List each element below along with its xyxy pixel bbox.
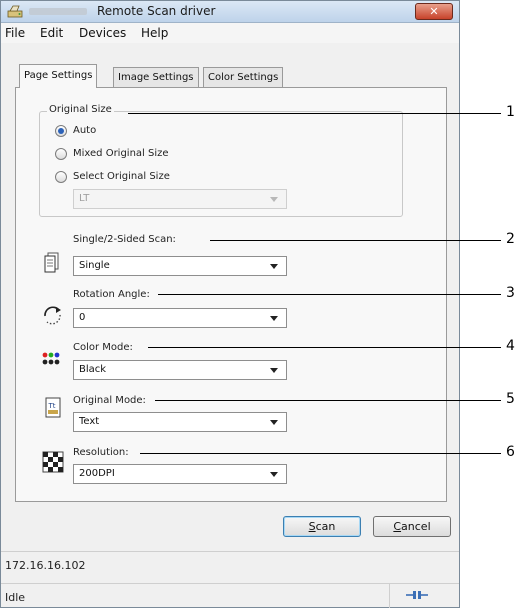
status-separator-top [1,551,459,552]
single-2-sided-value: Single [79,260,110,271]
close-button[interactable]: ✕ [415,3,453,20]
callout-3: 3 [506,285,515,301]
radio-select-label: Select Original Size [73,171,170,182]
text-document-icon: Tt [45,397,61,418]
callout-line-6 [140,453,501,454]
status-separator [1,583,459,584]
callout-line-2 [210,240,501,241]
original-size-value: LT [79,193,90,204]
window-title: Remote Scan driver [97,4,216,18]
tab-color-settings[interactable]: Color Settings [203,67,284,88]
title-bar: Remote Scan driver ✕ [1,1,459,23]
cancel-button[interactable]: Cancel [373,516,451,537]
chevron-down-icon [270,264,278,269]
resolution-select[interactable]: 200DPI [73,464,287,484]
radio-auto-label: Auto [73,125,97,136]
scan-label-rest: can [315,520,336,533]
chevron-down-icon [270,368,278,373]
rotation-arrow-icon [44,306,61,325]
original-mode-select[interactable]: Text [73,412,287,432]
original-mode-value: Text [79,416,100,427]
cancel-accelerator: C [393,520,402,533]
color-mode-value: Black [79,364,107,375]
single-2-sided-label: Single/2-Sided Scan: [73,234,176,245]
callout-2: 2 [506,231,515,247]
menu-file[interactable]: File [5,26,25,40]
chevron-down-icon [270,420,278,425]
scan-button[interactable]: Scan [283,516,361,537]
callout-line-5 [155,400,501,401]
callout-6: 6 [506,444,515,460]
cancel-label-rest: ancel [401,520,431,533]
original-size-select: LT [73,189,287,209]
status-state: Idle [5,591,26,604]
title-blurred-text [29,8,87,15]
color-dots-icon [42,352,60,365]
menu-bar: File Edit Devices Help [1,23,459,43]
svg-text:Tt: Tt [48,402,56,410]
callout-5: 5 [506,391,515,407]
duplex-document-icon [44,252,59,273]
original-size-legend: Original Size [47,104,114,115]
color-mode-label: Color Mode: [73,342,133,353]
radio-mixed-original-size[interactable] [55,148,67,160]
chevron-down-icon [270,197,278,202]
callout-line-3 [158,294,501,295]
menu-help[interactable]: Help [141,26,168,40]
resolution-label: Resolution: [73,447,129,458]
connection-plug-icon [406,591,428,599]
callout-line-1 [128,113,501,114]
callout-1: 1 [506,104,515,120]
scan-accelerator: S [308,520,316,533]
radio-auto[interactable] [55,125,67,137]
color-mode-select[interactable]: Black [73,360,287,380]
scanner-app-icon [7,5,23,18]
resolution-value: 200DPI [79,468,115,479]
rotation-angle-select[interactable]: 0 [73,308,287,328]
callout-line-4 [148,347,501,348]
chevron-down-icon [270,472,278,477]
radio-mixed-label: Mixed Original Size [73,148,169,159]
resolution-checker-icon [42,451,64,473]
menu-edit[interactable]: Edit [40,26,63,40]
menu-devices[interactable]: Devices [79,26,126,40]
single-2-sided-select[interactable]: Single [73,256,287,276]
tab-image-settings[interactable]: Image Settings [113,67,199,88]
original-mode-label: Original Mode: [73,395,146,406]
callout-4: 4 [506,338,515,354]
tab-page-settings[interactable]: Page Settings [19,64,98,88]
radio-select-original-size[interactable] [55,171,67,183]
rotation-angle-value: 0 [79,312,86,323]
status-pane-divider [389,584,390,608]
rotation-angle-label: Rotation Angle: [73,289,150,300]
chevron-down-icon [270,316,278,321]
remote-scan-window: Remote Scan driver ✕ File Edit Devices H… [0,0,460,608]
status-ip-address: 172.16.16.102 [5,559,86,572]
